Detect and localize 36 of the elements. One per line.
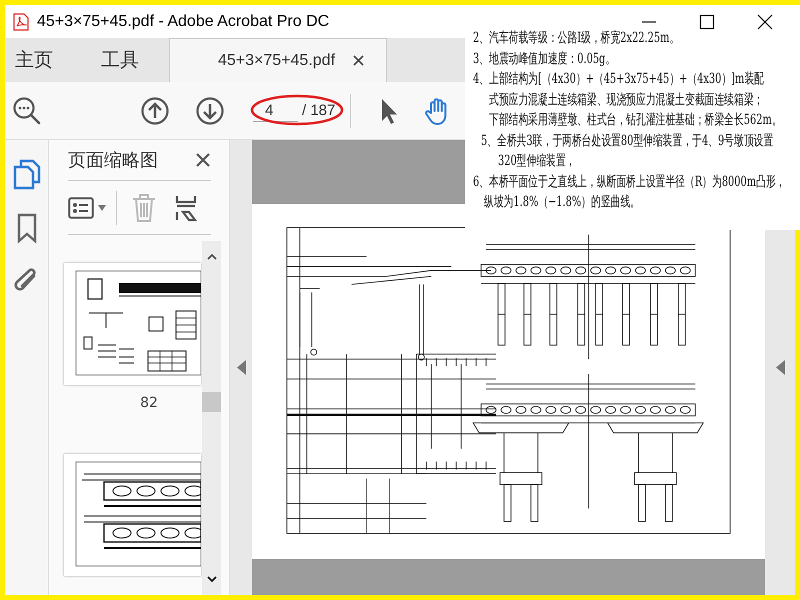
nav-tab[interactable]: 主页	[5, 38, 63, 82]
page-thumbnail[interactable]	[64, 263, 201, 385]
pages-icon[interactable]	[12, 158, 42, 190]
list-icon	[68, 196, 94, 218]
maximize-icon[interactable]	[699, 14, 715, 30]
scroll-down-icon[interactable]	[206, 576, 216, 583]
crop-icon[interactable]	[175, 194, 197, 222]
note-line: 2、汽车荷载等级：公路Ⅰ级，桥宽2x22.25m。	[473, 29, 680, 48]
note-line: 下部结构采用薄壁墩、柱式台，钻孔灌注桩基础；桥梁全长562m。	[489, 111, 782, 130]
nav-tab[interactable]: 工具	[91, 38, 149, 82]
tab-title: 45+3×75+45.pdf	[218, 52, 336, 70]
options-button[interactable]	[68, 196, 106, 218]
note-line: 式预应力混凝土连续箱梁、现浇预应力混凝土变截面连续箱梁；	[489, 90, 764, 110]
note-line: 6、本桥平面位于之直线上，纵断面桥上设置半径（R）为8000m凸形，	[473, 172, 786, 192]
page-count: / 187	[302, 102, 336, 119]
page-number-field[interactable]: 4	[253, 100, 298, 122]
note-line: 5、全桥共3联，于两桥台处设置80型伸缩装置，于4、9号墩顶设置	[481, 132, 774, 150]
note-line: 纵坡为1.8%（−1.8%）的竖曲线。	[484, 193, 640, 212]
collapse-left-icon[interactable]	[236, 360, 246, 375]
note-line: 3、地震动峰值加速度：0.05g。	[473, 50, 616, 68]
collapse-right-icon[interactable]	[776, 360, 784, 375]
note-line: 320型伸缩装置，	[498, 152, 576, 171]
scrollbar-thumb[interactable]	[202, 392, 221, 412]
page-thumbnail[interactable]	[64, 454, 201, 576]
zoom-icon[interactable]	[12, 96, 42, 126]
window-title: 45+3×75+45.pdf - Adobe Acrobat Pro DC	[37, 12, 330, 30]
pdf-file-icon	[13, 12, 29, 30]
close-icon[interactable]	[757, 14, 773, 30]
note-line: 4、上部结构为[（4x30）+（45+3x75+45）+（4x30）]m装配	[473, 70, 764, 89]
close-icon[interactable]	[353, 55, 364, 66]
page-number-label: 82	[139, 395, 159, 411]
caret-icon	[98, 204, 106, 210]
panel-title: 页面缩略图	[68, 149, 158, 172]
close-icon[interactable]	[195, 152, 211, 168]
scroll-up-icon[interactable]	[206, 253, 216, 260]
document-tab[interactable]: 45+3×75+45.pdf	[169, 38, 388, 82]
